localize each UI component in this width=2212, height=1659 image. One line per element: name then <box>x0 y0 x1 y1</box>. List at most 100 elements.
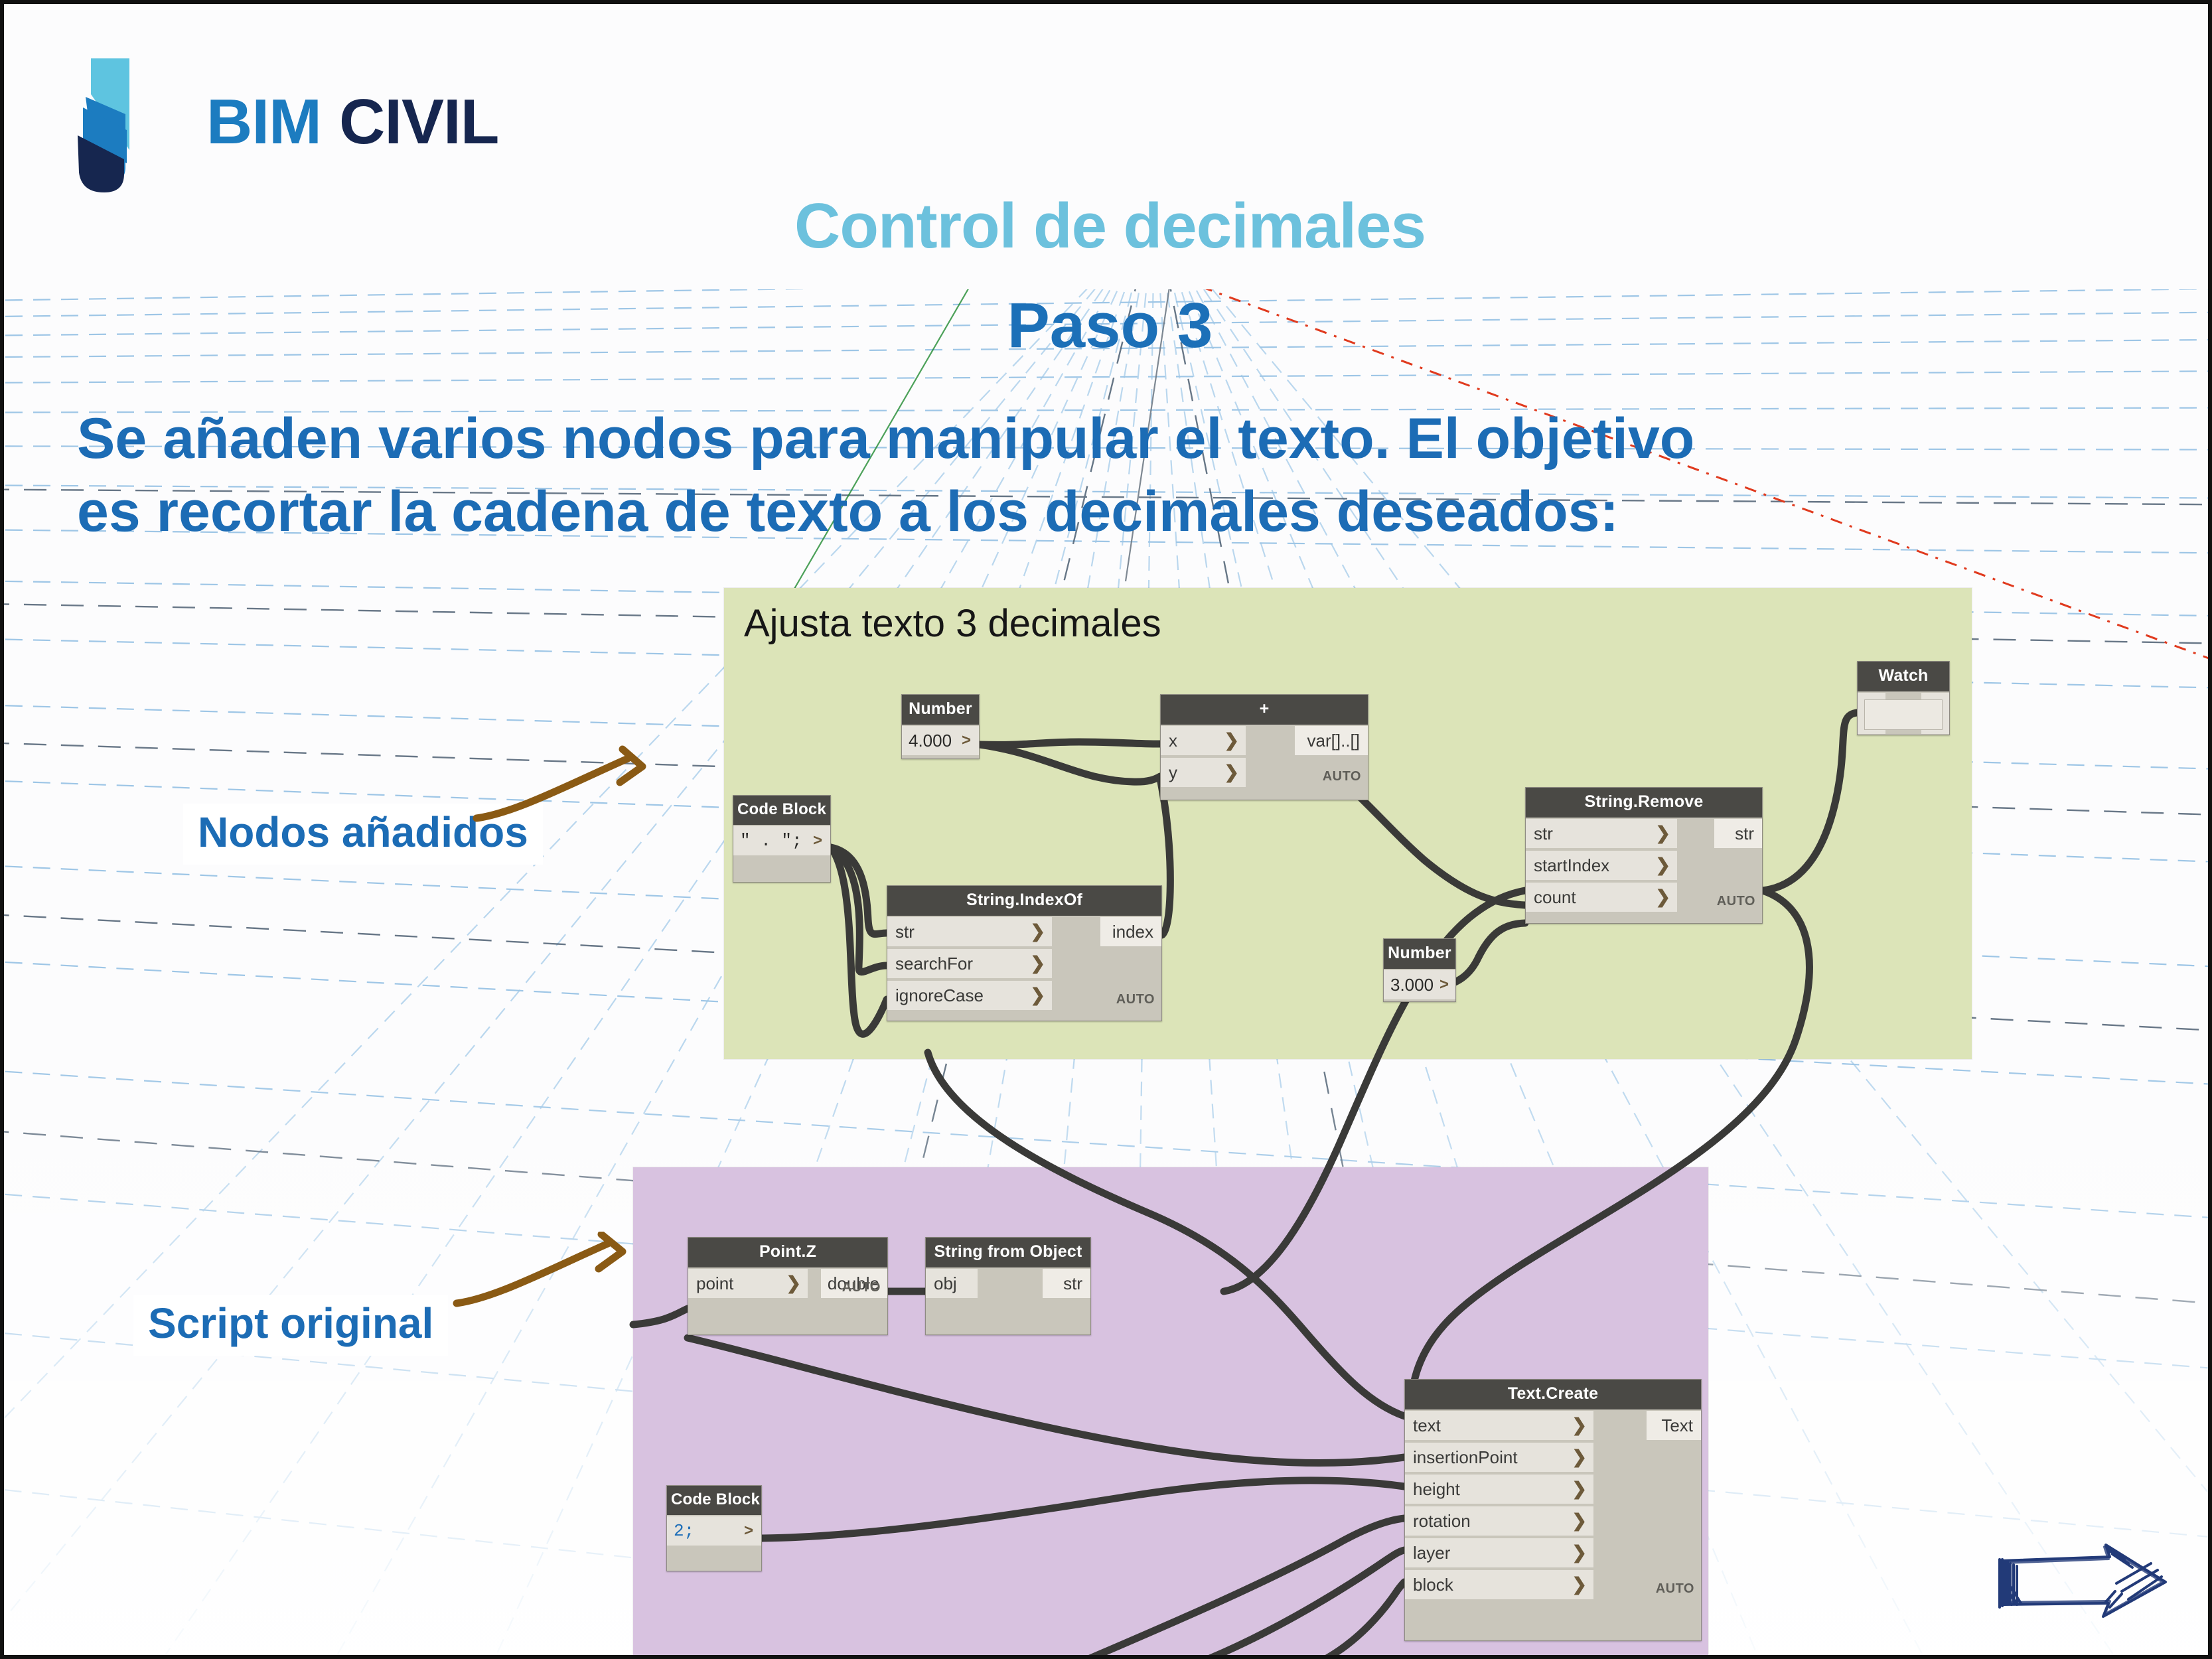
node-number-3[interactable]: Number 3.000 > <box>1383 938 1456 1002</box>
lead-line-2: es recortar la cadena de texto a los dec… <box>77 480 1619 544</box>
node-code-block-dot[interactable]: Code Block " . "; > <box>733 795 831 883</box>
port-label: text <box>1413 1415 1441 1435</box>
chevron-right-icon: ❯ <box>1572 1415 1587 1435</box>
chevron-right-icon: ❯ <box>1572 1447 1587 1467</box>
port-label: height <box>1413 1479 1460 1499</box>
port-label: ignoreCase <box>895 985 984 1005</box>
lead-line-1: Se añaden varios nodos para manipular el… <box>77 407 1695 470</box>
port-in-block[interactable]: block ❯ <box>1405 1570 1593 1599</box>
port-in-rotation[interactable]: rotation ❯ <box>1405 1506 1593 1536</box>
port-out-index[interactable]: index <box>1100 917 1161 946</box>
exec-mode-badge: AUTO <box>1655 1581 1694 1596</box>
exec-mode-badge: AUTO <box>1116 992 1155 1007</box>
chevron-right-icon: ❯ <box>1655 887 1670 907</box>
port-in-str[interactable]: str ❯ <box>887 917 1052 946</box>
port-in-height[interactable]: height ❯ <box>1405 1475 1593 1504</box>
chevron-right-icon: ❯ <box>1572 1574 1587 1595</box>
page-title: Control de decimales <box>794 190 1426 261</box>
port-in-x[interactable]: x ❯ <box>1161 726 1246 755</box>
port-label: startIndex <box>1534 855 1610 875</box>
callout-script-original: Script original <box>133 1295 449 1356</box>
port-in-insertionpoint[interactable]: insertionPoint ❯ <box>1405 1443 1593 1472</box>
node-title: String.Remove <box>1526 788 1762 818</box>
port-out-str[interactable]: str <box>1714 819 1762 848</box>
port-in-startindex[interactable]: startIndex ❯ <box>1526 851 1677 880</box>
node-text-create[interactable]: Text.Create text ❯ Text insertionPoint ❯… <box>1404 1379 1702 1641</box>
output-chevron-icon[interactable]: > <box>1433 970 1455 999</box>
port-in-ignorecase[interactable]: ignoreCase ❯ <box>887 981 1052 1010</box>
port-label: count <box>1534 887 1576 907</box>
chevron-right-icon: ❯ <box>1572 1479 1587 1499</box>
slide-canvas: BIM CIVIL Control de decimales Paso 3 Se… <box>0 0 2212 1659</box>
exec-mode-badge: AUTO <box>1716 894 1755 908</box>
lead-paragraph: Se añaden varios nodos para manipular el… <box>77 402 1882 548</box>
chevron-right-icon: ❯ <box>1030 985 1045 1005</box>
output-chevron-icon[interactable]: > <box>736 1516 761 1546</box>
port-label: point <box>696 1273 734 1293</box>
port-label: y <box>1169 762 1177 782</box>
svg-text:BIM: BIM <box>206 86 321 157</box>
port-in-str[interactable]: str ❯ <box>1526 819 1677 848</box>
code-block-editor[interactable]: " . "; <box>733 826 805 855</box>
port-out-str[interactable]: str <box>1043 1269 1090 1298</box>
chevron-right-icon: ❯ <box>1030 921 1045 942</box>
node-string-from-object[interactable]: String from Object obj str <box>925 1237 1091 1335</box>
chevron-right-icon: ❯ <box>1030 953 1045 974</box>
node-title: Number <box>902 695 979 725</box>
next-arrow-icon[interactable] <box>1992 1530 2204 1653</box>
node-title: + <box>1161 695 1368 725</box>
watch-value-panel <box>1864 699 1943 730</box>
node-title: Point.Z <box>688 1238 887 1267</box>
chevron-right-icon: ❯ <box>1224 762 1239 782</box>
port-in-layer[interactable]: layer ❯ <box>1405 1538 1593 1567</box>
node-number-4[interactable]: Number 4.000 > <box>901 694 980 759</box>
output-chevron-icon[interactable]: > <box>805 826 830 855</box>
curved-arrow-icon-added <box>473 745 646 822</box>
port-in-point[interactable]: point ❯ <box>688 1269 808 1298</box>
port-label: block <box>1413 1574 1453 1595</box>
page-subtitle: Paso 3 <box>1007 290 1213 361</box>
node-title: Code Block <box>733 796 830 825</box>
group-title-green: Ajusta texto 3 decimales <box>744 602 1161 645</box>
svg-text:CIVIL: CIVIL <box>339 86 498 157</box>
chevron-right-icon: ❯ <box>1655 855 1670 875</box>
node-title: Text.Create <box>1405 1380 1701 1409</box>
node-title: Code Block <box>667 1486 761 1515</box>
port-label: obj <box>934 1273 957 1293</box>
number-value-field[interactable]: 3.000 <box>1384 970 1434 999</box>
port-label: layer <box>1413 1542 1451 1563</box>
node-string-remove[interactable]: String.Remove str ❯ str startIndex ❯ cou… <box>1525 787 1763 924</box>
node-string-indexof[interactable]: String.IndexOf str ❯ index searchFor ❯ i… <box>887 885 1162 1021</box>
exec-mode-badge: AUTO <box>1322 769 1361 784</box>
port-in-text[interactable]: text ❯ <box>1405 1411 1593 1440</box>
port-out-text[interactable]: Text <box>1647 1411 1701 1440</box>
port-label: insertionPoint <box>1413 1447 1518 1467</box>
port-label: rotation <box>1413 1510 1471 1531</box>
port-in-y[interactable]: y ❯ <box>1161 758 1246 787</box>
port-label: str <box>895 921 915 942</box>
chevron-right-icon: ❯ <box>1572 1542 1587 1563</box>
number-value-field[interactable]: 4.000 <box>902 726 955 755</box>
output-chevron-icon[interactable]: > <box>954 726 979 755</box>
node-title: String.IndexOf <box>887 886 1161 916</box>
port-in-obj[interactable]: obj <box>926 1269 978 1298</box>
chevron-right-icon: ❯ <box>786 1273 801 1293</box>
port-label: searchFor <box>895 953 974 974</box>
node-watch[interactable]: Watch > > <box>1857 661 1950 735</box>
port-in-count[interactable]: count ❯ <box>1526 883 1677 912</box>
node-title: Number <box>1384 939 1455 969</box>
port-label: x <box>1169 730 1177 751</box>
node-code-block-2[interactable]: Code Block 2; > <box>666 1485 762 1571</box>
chevron-right-icon: ❯ <box>1224 730 1239 751</box>
port-label: str <box>1534 823 1553 843</box>
node-point-z[interactable]: Point.Z point ❯ double AUTO <box>688 1237 888 1335</box>
bim-civil-logo: BIM CIVIL <box>74 50 598 196</box>
code-block-editor[interactable]: 2; <box>667 1516 736 1546</box>
exec-mode-badge: AUTO <box>842 1280 881 1295</box>
port-in-searchfor[interactable]: searchFor ❯ <box>887 949 1052 978</box>
chevron-right-icon: ❯ <box>1655 823 1670 843</box>
node-title: Watch <box>1858 662 1949 691</box>
node-title: String from Object <box>926 1238 1090 1267</box>
node-plus[interactable]: + x ❯ var[]..[] y ❯ AUTO <box>1160 694 1368 800</box>
port-out-var[interactable]: var[]..[] <box>1295 726 1368 755</box>
